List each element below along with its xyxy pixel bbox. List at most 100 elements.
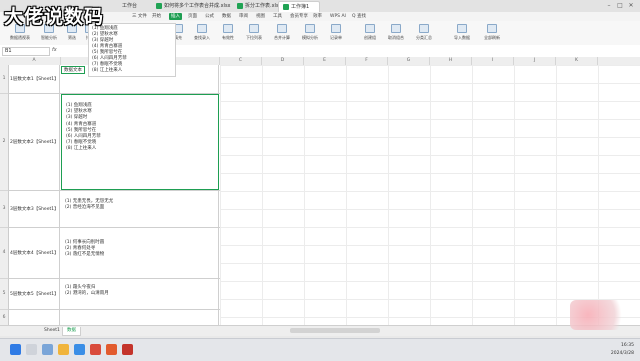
file-tab-split[interactable]: 拆分工作表.xlsx bbox=[233, 1, 283, 11]
sheet-tab-sheet1[interactable]: Sheet1 bbox=[40, 327, 64, 335]
cell-a3[interactable]: 3层数文本3【Sheet1】 bbox=[8, 191, 60, 227]
sheet-tab-data[interactable]: 数据 bbox=[62, 327, 81, 336]
column-header[interactable]: E bbox=[304, 57, 346, 65]
horizontal-scrollbar[interactable] bbox=[290, 328, 380, 333]
dropdown-list-button[interactable]: 下拉列表 bbox=[242, 24, 266, 42]
menu-home[interactable]: 开始 bbox=[150, 13, 163, 20]
cell-line: (8) 江上往来人 bbox=[66, 146, 97, 152]
ribbon-label: 导入数据 bbox=[454, 35, 470, 40]
app-icon[interactable] bbox=[106, 344, 117, 355]
ungroup-icon bbox=[391, 24, 401, 33]
column-header[interactable]: F bbox=[346, 57, 388, 65]
ungroup-button[interactable]: 取消组合 bbox=[384, 24, 408, 42]
column-header[interactable]: I bbox=[472, 57, 514, 65]
refresh-icon bbox=[487, 24, 497, 33]
column-header[interactable]: K bbox=[556, 57, 598, 65]
ribbon-label: 查找录入 bbox=[194, 35, 210, 40]
close-icon[interactable]: ✕ bbox=[626, 1, 636, 10]
group-icon bbox=[365, 24, 375, 33]
file-tab-workbook1[interactable]: 工作簿1 bbox=[278, 1, 320, 12]
column-header[interactable]: C bbox=[220, 57, 262, 65]
validity-button[interactable]: 有效性 bbox=[218, 24, 238, 42]
cell-b6[interactable] bbox=[61, 310, 219, 325]
menu-review[interactable]: 审阅 bbox=[237, 13, 250, 20]
menu-file[interactable]: 三 文件 bbox=[130, 13, 149, 20]
menu-view[interactable]: 视图 bbox=[254, 13, 267, 20]
cell-a5[interactable]: 5层数文本5【Sheet1】 bbox=[8, 279, 60, 309]
spreadsheet-icon bbox=[237, 2, 243, 9]
cell-b2[interactable]: (1) 鱼翔浅底 (2) 望秋水寒 (3) 穿越时 (4) 青青古寨道 (5) … bbox=[61, 94, 219, 190]
cell-b3[interactable]: (1) 无患无畏，无怨无尤 (2) 曾经沧海不见面 bbox=[61, 191, 219, 227]
import-icon bbox=[457, 24, 467, 33]
fx-icon[interactable]: fx bbox=[52, 46, 57, 55]
column-header[interactable]: D bbox=[262, 57, 304, 65]
file-tab-merge[interactable]: 如何将多个工作表合并成.xlsx bbox=[152, 1, 238, 11]
menu-search[interactable]: Q 查找 bbox=[350, 13, 368, 20]
empty-grid[interactable] bbox=[220, 65, 640, 325]
row-header[interactable]: 4 bbox=[0, 228, 8, 279]
cell-a6[interactable] bbox=[8, 310, 60, 325]
create-group-button[interactable]: 创建组 bbox=[360, 24, 380, 42]
minimize-icon[interactable]: – bbox=[604, 1, 614, 10]
menu-efficiency[interactable]: 效率 bbox=[311, 13, 324, 20]
column-header[interactable]: G bbox=[388, 57, 430, 65]
consolidate-icon bbox=[277, 24, 287, 33]
table-row bbox=[8, 310, 220, 325]
folder-icon[interactable] bbox=[58, 344, 69, 355]
what-if-button[interactable]: 模拟分析 bbox=[298, 24, 322, 42]
import-data-button[interactable]: 导入数据 bbox=[450, 24, 474, 42]
column-header[interactable]: J bbox=[514, 57, 556, 65]
file-tab-label: 如何将多个工作表合并成.xlsx bbox=[164, 3, 231, 9]
sheet-grid[interactable]: 1 2 3 4 5 6 1层数文本1【Sheet1】 2层数文本2【Sheet1… bbox=[0, 65, 640, 325]
menu-tools[interactable]: 工具 bbox=[271, 13, 284, 20]
b1-header-cell[interactable]: 数据文本 bbox=[61, 66, 85, 74]
ribbon-label: 下拉列表 bbox=[246, 35, 262, 40]
name-box[interactable]: B1 bbox=[2, 47, 50, 56]
file-tab-workbench[interactable]: 工作台 bbox=[118, 1, 156, 11]
lookup-icon bbox=[197, 24, 207, 33]
cell-a1[interactable]: 1层数文本1【Sheet1】 bbox=[8, 65, 60, 93]
row-header[interactable]: 6 bbox=[0, 310, 8, 325]
start-icon[interactable] bbox=[10, 344, 21, 355]
menu-wps-ai[interactable]: WPS AI bbox=[328, 13, 348, 20]
cell-a2[interactable]: 2层数文本2【Sheet1】 bbox=[8, 94, 60, 190]
cell-line: (2) 港湾的，山清雨月 bbox=[65, 291, 109, 297]
subtotal-icon bbox=[419, 24, 429, 33]
media-icon[interactable] bbox=[122, 344, 133, 355]
lookup-entry-button[interactable]: 查找录入 bbox=[190, 24, 214, 42]
record-form-button[interactable]: 记录单 bbox=[326, 24, 346, 42]
taskbar: 16:35 2024/3/28 bbox=[0, 338, 640, 361]
record-icon bbox=[331, 24, 341, 33]
consolidate-button[interactable]: 合并计算 bbox=[270, 24, 294, 42]
what-if-icon bbox=[305, 24, 315, 33]
row-header[interactable]: 1 bbox=[0, 65, 8, 94]
row-header[interactable]: 2 bbox=[0, 94, 8, 191]
browser-icon[interactable] bbox=[74, 344, 85, 355]
file-tab-label: 工作簿1 bbox=[291, 4, 310, 10]
watermark-logo: 大佬说数码 bbox=[4, 6, 105, 28]
menu-page[interactable]: 页面 bbox=[186, 13, 199, 20]
column-header[interactable]: A bbox=[8, 57, 61, 65]
cell-a4[interactable]: 4层数文本4【Sheet1】 bbox=[8, 228, 60, 278]
menu-data[interactable]: 数据 bbox=[220, 13, 233, 20]
task-view-icon[interactable] bbox=[42, 344, 53, 355]
system-tray[interactable]: 16:35 2024/3/28 bbox=[611, 342, 634, 358]
popup-line: (8) 江上往来人 bbox=[92, 68, 123, 73]
spreadsheet-icon bbox=[283, 3, 289, 10]
wps-icon[interactable] bbox=[90, 344, 101, 355]
refresh-all-button[interactable]: 全部刷新 bbox=[480, 24, 504, 42]
file-tab-label: 拆分工作表.xlsx bbox=[245, 3, 282, 9]
menu-member[interactable]: 会员专享 bbox=[288, 13, 310, 20]
search-icon[interactable] bbox=[26, 344, 37, 355]
cell-b4[interactable]: (1) 何事长向别时圆 (2) 青春何处寻 (3) 落红不是无情物 bbox=[61, 228, 219, 278]
row-header[interactable]: 3 bbox=[0, 191, 8, 228]
menu-insert[interactable]: 插入 bbox=[169, 13, 182, 20]
row-header[interactable]: 5 bbox=[0, 279, 8, 310]
cell-b5[interactable]: (1) 霜头今夜归 (2) 港湾的，山清雨月 bbox=[61, 279, 219, 309]
maximize-icon[interactable]: □ bbox=[615, 1, 625, 10]
subtotal-button[interactable]: 分类汇总 bbox=[412, 24, 436, 42]
ribbon-label: 创建组 bbox=[364, 35, 376, 40]
cell-content-popup: (1) 鱼翔浅底 (2) 望秋水寒 (3) 穿越时 (4) 青青古寨道 (5) … bbox=[88, 23, 176, 77]
menu-formula[interactable]: 公式 bbox=[203, 13, 216, 20]
column-header[interactable]: H bbox=[430, 57, 472, 65]
